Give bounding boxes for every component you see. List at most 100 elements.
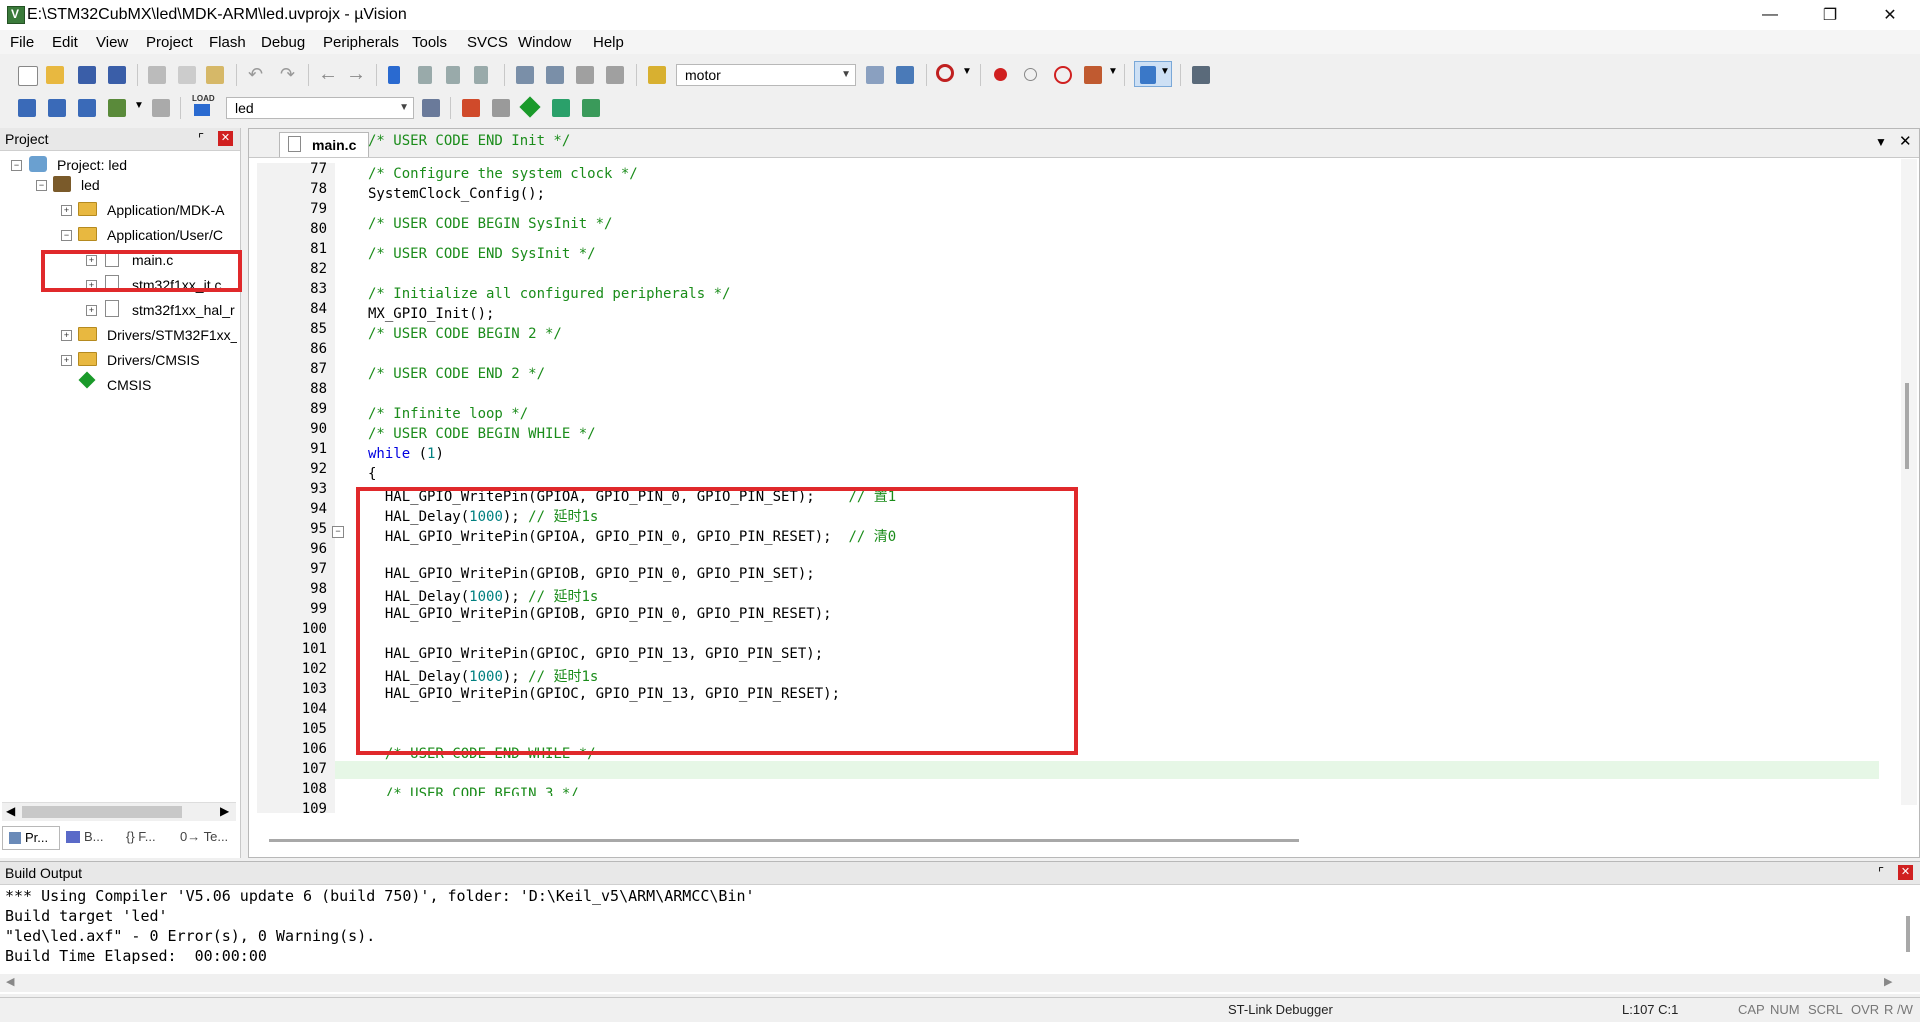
code-line[interactable]: while (1) — [368, 446, 444, 462]
scroll-left-icon[interactable]: ◀ — [6, 975, 14, 988]
configure-icon[interactable] — [1084, 66, 1102, 84]
settings-wrench-icon[interactable] — [1192, 66, 1210, 84]
chevron-down-icon[interactable]: ▼ — [962, 66, 972, 77]
code-line[interactable]: /* USER CODE END SysInit */ — [368, 246, 596, 262]
scroll-thumb[interactable] — [22, 806, 182, 818]
scroll-left-icon[interactable]: ◀ — [6, 804, 15, 818]
tab-project[interactable]: Pr... — [2, 826, 60, 850]
find-target-combo[interactable]: motor ▼ — [676, 64, 856, 86]
tree-item-group-user[interactable]: Application/User/C — [107, 227, 237, 243]
batch-build-icon[interactable] — [108, 99, 126, 117]
next-bookmark-icon[interactable] — [446, 66, 460, 84]
manage-project-items-icon[interactable] — [462, 99, 480, 117]
tree-item-project[interactable]: Project: led — [57, 157, 127, 173]
prev-bookmark-icon[interactable] — [418, 66, 432, 84]
code-line[interactable]: /* USER CODE END Init */ — [368, 133, 570, 149]
build-vscroll-thumb[interactable] — [1906, 916, 1910, 952]
navigate-forward-icon[interactable]: → — [346, 63, 366, 86]
collapse-icon[interactable]: − — [11, 160, 22, 171]
scroll-right-icon[interactable]: ▶ — [220, 804, 229, 818]
code-line[interactable]: SystemClock_Config(); — [368, 186, 545, 202]
clear-bookmarks-icon[interactable] — [474, 66, 488, 84]
menu-peripherals[interactable]: Peripherals — [323, 34, 399, 51]
build-hscrollbar[interactable]: ◀ ▶ — [0, 974, 1920, 992]
scroll-thumb[interactable] — [1905, 383, 1909, 469]
editor-vscrollbar[interactable] — [1901, 159, 1917, 805]
menu-debug[interactable]: Debug — [261, 34, 305, 51]
bookmark-icon[interactable] — [388, 66, 400, 84]
tree-item-group-drivers-cmsis[interactable]: Drivers/CMSIS — [107, 352, 200, 368]
code-line[interactable]: /* USER CODE BEGIN WHILE */ — [368, 426, 596, 442]
code-line[interactable]: /* Infinite loop */ — [368, 406, 528, 422]
expand-icon[interactable]: + — [61, 330, 72, 341]
target-select-combo[interactable]: led ▼ — [226, 97, 414, 119]
find-in-files-icon[interactable] — [648, 66, 666, 84]
chevron-down-icon[interactable]: ▼ — [134, 100, 144, 111]
tree-item-hal-msp[interactable]: stm32f1xx_hal_r — [132, 302, 237, 318]
tree-item-group-mdk[interactable]: Application/MDK-A — [107, 202, 237, 218]
code-line[interactable]: /* Configure the system clock */ — [368, 166, 638, 182]
menu-tools[interactable]: Tools — [412, 34, 447, 51]
menu-svcs[interactable]: SVCS — [467, 34, 508, 51]
unindent-icon[interactable] — [546, 66, 564, 84]
code-line[interactable]: MX_GPIO_Init(); — [368, 306, 494, 322]
editor-hscrollbar[interactable] — [269, 835, 1899, 847]
stop-build-icon[interactable] — [152, 99, 170, 117]
tab-list-dropdown-icon[interactable]: ▼ — [1875, 135, 1887, 149]
tab-main-c[interactable]: main.c — [279, 132, 369, 157]
manage-runtime-icon[interactable] — [519, 96, 541, 118]
tab-functions[interactable]: {} F... — [120, 826, 172, 850]
copy-icon[interactable] — [178, 66, 196, 84]
paste-icon[interactable] — [206, 66, 224, 84]
breakpoint-icon[interactable] — [994, 68, 1007, 81]
tree-item-target-led[interactable]: led — [81, 177, 100, 193]
scroll-right-icon[interactable]: ▶ — [1884, 975, 1892, 988]
menu-help[interactable]: Help — [593, 34, 624, 51]
cut-icon[interactable] — [148, 66, 166, 84]
kill-breakpoints-icon[interactable] — [1054, 66, 1072, 84]
chevron-down-icon[interactable]: ▼ — [1108, 66, 1118, 77]
scroll-thumb[interactable] — [269, 839, 1299, 842]
minimize-button[interactable]: — — [1740, 0, 1800, 30]
collapse-icon[interactable]: − — [36, 180, 47, 191]
uncomment-icon[interactable] — [606, 66, 624, 84]
disable-breakpoint-icon[interactable] — [1024, 68, 1037, 81]
save-icon[interactable] — [78, 66, 96, 84]
code-line[interactable]: /* Initialize all configured peripherals… — [368, 286, 730, 302]
fold-collapse-icon[interactable]: − — [332, 526, 344, 538]
menu-edit[interactable]: Edit — [52, 34, 78, 51]
indent-icon[interactable] — [516, 66, 534, 84]
debug-session-icon[interactable] — [936, 64, 954, 82]
tree-item-group-drivers-hal[interactable]: Drivers/STM32F1xx_ — [107, 327, 237, 343]
close-panel-icon[interactable]: ✕ — [218, 131, 233, 146]
select-packs-icon[interactable] — [552, 99, 570, 117]
translate-icon[interactable] — [18, 99, 36, 117]
expand-icon[interactable]: + — [61, 205, 72, 216]
project-hscrollbar[interactable]: ◀ ▶ — [2, 802, 236, 821]
file-extensions-icon[interactable] — [492, 99, 510, 117]
incremental-find-icon[interactable] — [896, 66, 914, 84]
pack-installer-icon[interactable] — [582, 99, 600, 117]
undo-icon[interactable]: ↶ — [248, 64, 263, 85]
redo-icon[interactable]: ↷ — [280, 64, 295, 85]
code-line[interactable]: /* USER CODE BEGIN 3 */ — [368, 786, 579, 796]
tab-books[interactable]: B... — [62, 826, 114, 850]
navigate-back-icon[interactable]: ← — [318, 63, 338, 86]
close-panel-icon[interactable]: ✕ — [1898, 865, 1913, 880]
pin-icon[interactable]: ⌜ — [198, 131, 204, 147]
find-icon[interactable] — [866, 66, 884, 84]
build-icon[interactable] — [48, 99, 66, 117]
restore-button[interactable]: ❐ — [1800, 0, 1860, 30]
code-line[interactable]: /* USER CODE BEGIN 2 */ — [368, 326, 562, 342]
code-line[interactable]: /* USER CODE END 2 */ — [368, 366, 545, 382]
code-line[interactable]: { — [368, 466, 376, 482]
menu-window[interactable]: Window — [518, 34, 571, 51]
rebuild-icon[interactable] — [78, 99, 96, 117]
target-options-icon[interactable] — [422, 99, 440, 117]
expand-icon[interactable]: + — [61, 355, 72, 366]
tree-item-cmsis[interactable]: CMSIS — [107, 377, 151, 393]
menu-flash[interactable]: Flash — [209, 34, 246, 51]
comment-icon[interactable] — [576, 66, 594, 84]
load-icon[interactable]: LOAD — [192, 94, 215, 118]
code-line[interactable]: /* USER CODE BEGIN SysInit */ — [368, 216, 612, 232]
